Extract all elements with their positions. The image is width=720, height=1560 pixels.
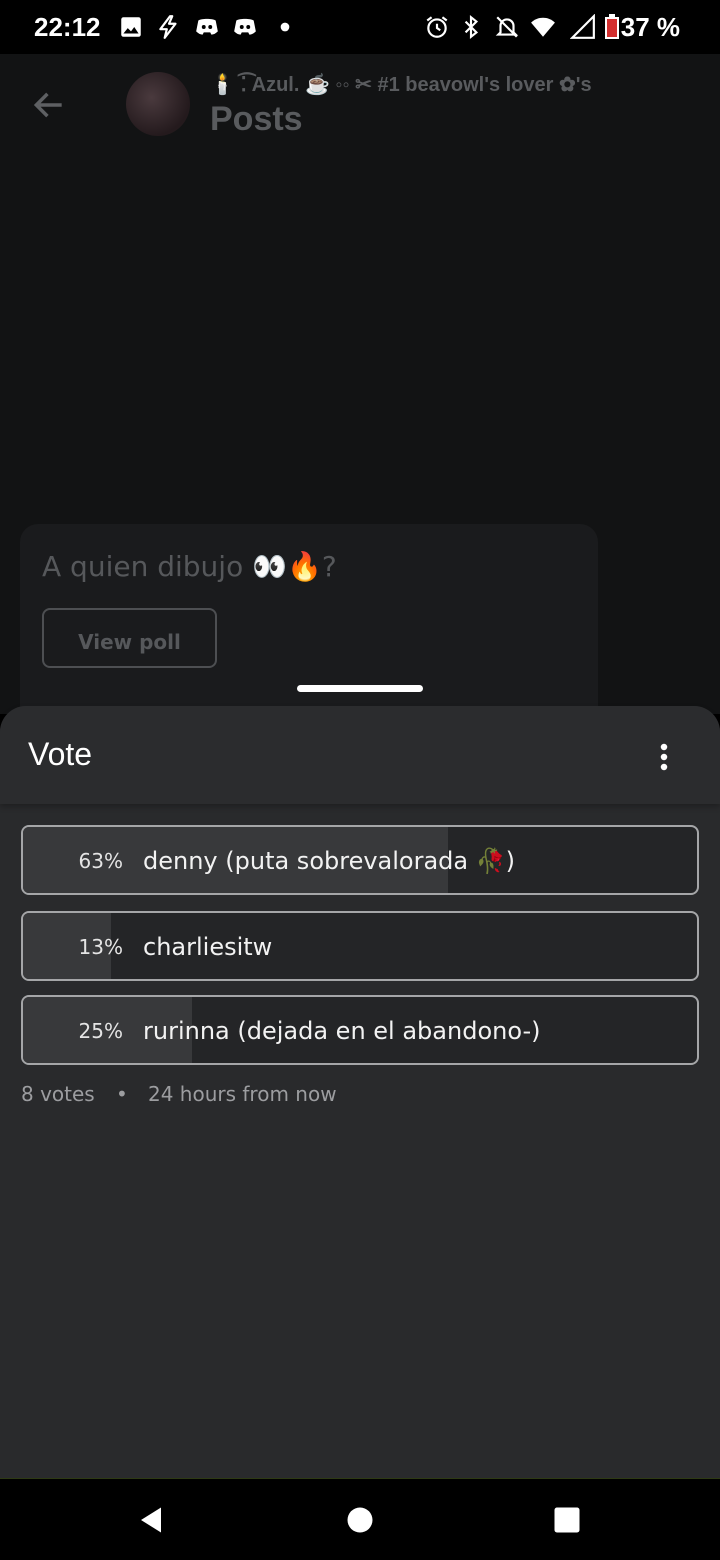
wifi-icon xyxy=(531,17,555,37)
poll-expiry: 24 hours from now xyxy=(148,1082,337,1106)
dot-icon xyxy=(280,22,290,32)
poll-option-label: denny (puta sobrevalorada 🥀) xyxy=(143,847,515,875)
nav-back-icon[interactable] xyxy=(136,1505,166,1535)
navigation-bar xyxy=(0,1478,720,1560)
notifications-off-icon xyxy=(495,16,519,38)
back-arrow-icon[interactable] xyxy=(30,86,68,124)
vote-sheet: Vote 63% denny (puta sobrevalorada 🥀) 13… xyxy=(0,706,720,1478)
battery-icon xyxy=(605,14,619,39)
sheet-title: Vote xyxy=(28,736,93,772)
discord-icon xyxy=(234,18,256,35)
status-bar: 22:12 37 % xyxy=(0,0,720,54)
nav-home-icon[interactable] xyxy=(345,1505,375,1535)
vote-count: 8 votes xyxy=(21,1082,95,1106)
poll-option-percent: 13% xyxy=(78,935,123,959)
poll-option-label: rurinna (dejada en el abandono-) xyxy=(143,1017,541,1045)
avatar[interactable] xyxy=(126,72,190,136)
poll-option-label: charliesitw xyxy=(143,933,273,961)
poll-option-percent: 25% xyxy=(78,1019,123,1043)
post-card[interactable]: A quien dibujo 👀🔥? View poll xyxy=(20,524,598,724)
view-poll-label: View poll xyxy=(78,630,181,654)
status-time: 22:12 xyxy=(34,12,101,42)
poll-option-2[interactable]: 13% charliesitw xyxy=(21,911,699,981)
sheet-header: Vote xyxy=(0,706,720,804)
battery-percent: 37 % xyxy=(620,12,680,42)
more-vert-icon[interactable] xyxy=(654,742,674,772)
nav-recents-icon[interactable] xyxy=(552,1505,582,1535)
signal-icon xyxy=(570,14,595,39)
bolt-icon xyxy=(159,15,177,39)
poll-option-3[interactable]: 25% rurinna (dejada en el abandono-) xyxy=(21,995,699,1065)
sheet-drag-handle[interactable] xyxy=(297,685,423,692)
image-icon xyxy=(121,17,141,37)
bluetooth-icon xyxy=(464,14,479,40)
meta-separator: • xyxy=(116,1082,128,1106)
poll-option-percent: 63% xyxy=(78,849,123,873)
alarm-icon xyxy=(426,16,448,38)
page-title: Posts xyxy=(210,100,303,138)
post-text: A quien dibujo 👀🔥? xyxy=(42,550,337,583)
discord-icon xyxy=(196,18,218,35)
profile-subtitle: 🕯️ ⁚͡ Azul. ☕ ◦◦ ✂ #1 beavowl's lover ✿'… xyxy=(210,74,592,96)
poll-option-1[interactable]: 63% denny (puta sobrevalorada 🥀) xyxy=(21,825,699,895)
view-poll-button[interactable]: View poll xyxy=(42,608,217,668)
